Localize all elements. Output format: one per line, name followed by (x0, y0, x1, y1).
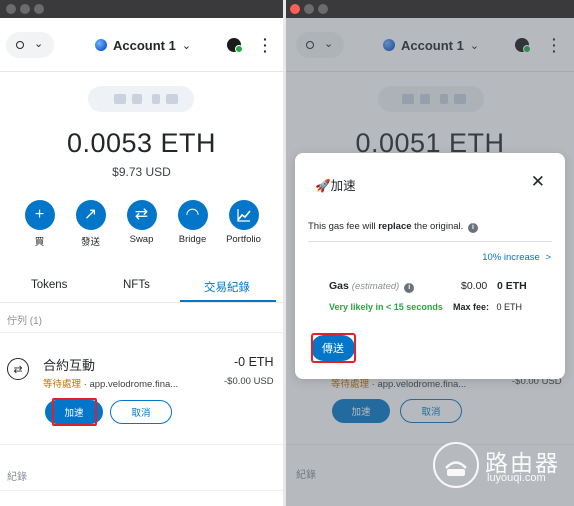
contract-interaction-icon: ⇄ (7, 358, 29, 380)
window-close-dot[interactable] (290, 4, 300, 14)
tx-fiat-amount: -$0.00 USD (224, 376, 274, 387)
tx-amount: -0 ETH (234, 355, 274, 369)
info-icon[interactable]: i (404, 283, 415, 293)
send-button[interactable]: ↗ 發送 (65, 200, 116, 248)
wallet-header: ⌄ Account 1 ⌄ · · · (0, 18, 283, 72)
watermark: 路由器 luyouqi.com (433, 442, 563, 490)
history-section-label: 紀錄 (7, 472, 27, 483)
gas-timing-estimate: Very likely in < 15 seconds (329, 302, 443, 312)
swap-button[interactable]: ⇄ Swap (116, 200, 167, 248)
account-avatar (95, 39, 107, 51)
swap-icon: ⇄ (126, 200, 157, 230)
network-icon (16, 41, 24, 49)
account-picker[interactable]: Account 1 ⌄ (95, 35, 191, 55)
action-label: Portfolio (226, 234, 261, 245)
router-logo-icon (433, 442, 479, 488)
tx-title: 合約互動 (43, 358, 96, 373)
asset-tabs: Tokens NFTs 交易紀錄 (0, 274, 283, 303)
window-titlebar (0, 0, 283, 18)
close-icon[interactable]: ✕ (531, 173, 545, 190)
right-wallet-panel: ⌄ Account 1 ⌄ · · · 0.0051 ETH 等待處理 · app.… (286, 0, 574, 506)
window-zoom-dot[interactable] (34, 4, 44, 14)
tab-activity[interactable]: 交易紀錄 (204, 279, 250, 295)
fiat-balance: $9.73 USD (112, 165, 171, 179)
token-balance: 0.0053 ETH (66, 128, 217, 158)
gas-label: Gas (estimated) i (329, 280, 415, 293)
more-options-icon[interactable]: · · · (263, 32, 268, 58)
gas-fiat-value: $0.00 (461, 280, 488, 292)
tx-origin: · app.velodrome.fina... (81, 379, 179, 390)
action-label: Swap (129, 234, 154, 245)
wallet-actions: + 買 ↗ 發送 ⇄ Swap ◠ Bridge Portfolio (14, 200, 269, 248)
action-label: 發送 (80, 237, 100, 248)
action-label: Bridge (178, 234, 207, 245)
queue-section-label: 佇列 (1) (7, 316, 42, 327)
tx-status: 等待處理 (43, 379, 82, 390)
chevron-right-icon: > (545, 252, 551, 263)
tab-tokens[interactable]: Tokens (31, 279, 67, 291)
highlight-box (311, 333, 356, 363)
window-minimize-dot[interactable] (20, 4, 30, 14)
network-picker[interactable]: ⌄ (6, 32, 54, 58)
portfolio-button[interactable]: Portfolio (218, 200, 269, 248)
tx-status-line: 等待處理 · app.velodrome.fina... (43, 376, 178, 390)
window-close-dot[interactable] (6, 4, 16, 14)
gas-eth-value: 0 ETH (497, 280, 527, 292)
account-address-pill[interactable] (88, 86, 194, 112)
chevron-down-icon: ⌄ (34, 38, 44, 50)
max-fee: Max fee: 0 ETH (453, 302, 523, 312)
action-label: 買 (34, 237, 45, 248)
window-minimize-dot[interactable] (304, 4, 314, 14)
modal-description: This gas fee will replace the original. … (308, 221, 478, 233)
window-titlebar (286, 0, 574, 18)
connected-sites-icon[interactable] (227, 38, 243, 53)
buy-button[interactable]: + 買 (14, 200, 65, 248)
account-name: Account 1 (113, 37, 176, 53)
highlight-box (52, 398, 97, 426)
gas-estimated-label: (estimated) (351, 281, 400, 292)
bridge-button[interactable]: ◠ Bridge (167, 200, 218, 248)
gas-increase-selector[interactable]: 10% increase > (482, 252, 551, 263)
tab-nfts[interactable]: NFTs (123, 279, 150, 291)
info-icon[interactable]: i (467, 223, 478, 233)
cancel-button[interactable]: 取消 (110, 400, 172, 424)
chart-icon (228, 200, 259, 230)
arrow-up-right-icon: ↗ (75, 200, 106, 230)
window-zoom-dot[interactable] (318, 4, 328, 14)
left-wallet-panel: ⌄ Account 1 ⌄ · · · 0.0053 ETH $9.73 USD +… (0, 0, 283, 506)
chevron-down-icon: ⌄ (181, 39, 192, 52)
bridge-icon: ◠ (177, 200, 208, 230)
speed-up-modal: 🚀加速 ✕ This gas fee will replace the orig… (295, 153, 565, 379)
watermark-url: luyouqi.com (487, 472, 546, 484)
plus-icon: + (24, 200, 55, 230)
modal-title: 🚀加速 (315, 179, 356, 193)
